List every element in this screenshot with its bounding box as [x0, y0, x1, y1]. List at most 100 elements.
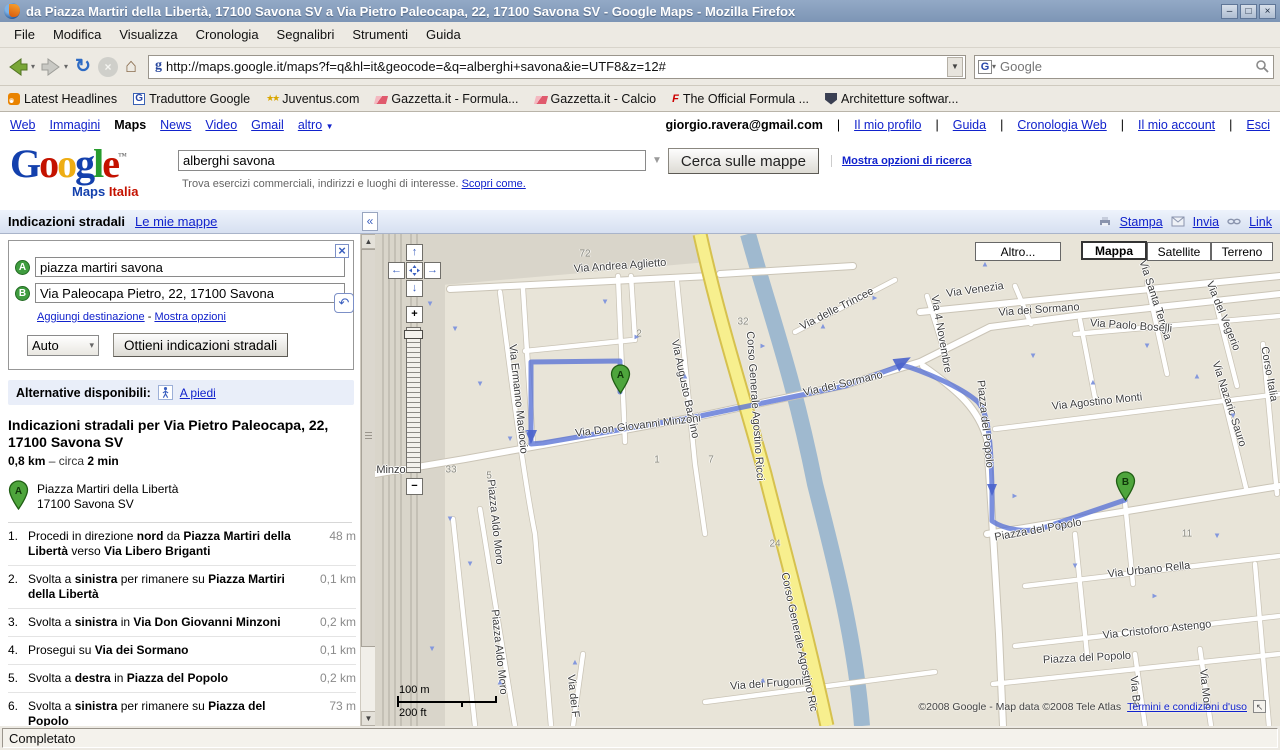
street-label: Via Cristoforo Astengo	[1102, 618, 1212, 641]
link-mio-profilo[interactable]: Il mio profilo	[854, 118, 921, 132]
swap-directions-icon[interactable]: ↶	[334, 293, 354, 313]
link-immagini[interactable]: Immagini	[49, 118, 100, 132]
forward-dropdown-icon[interactable]: ▾	[64, 62, 68, 71]
collapse-panel-button[interactable]: «	[362, 212, 378, 231]
menu-edit[interactable]: Modifica	[45, 24, 109, 45]
scopri-come-link[interactable]: Scopri come.	[462, 178, 526, 190]
bookmark-gazzetta-calcio[interactable]: Gazzetta.it - Calcio	[535, 92, 657, 106]
end-address-input[interactable]	[35, 283, 345, 303]
close-icon[interactable]: ×	[335, 244, 349, 258]
link-altro[interactable]: altro ▼	[298, 118, 334, 132]
menu-file[interactable]: File	[6, 24, 43, 45]
scroll-down-icon[interactable]: ▼	[361, 711, 376, 726]
scroll-up-icon[interactable]: ▲	[361, 234, 376, 249]
travel-mode-select[interactable]: Auto▾	[27, 335, 99, 356]
direction-step[interactable]: 3.Svolta a sinistra in Via Don Giovanni …	[8, 609, 356, 637]
add-destination-link[interactable]: Aggiungi destinazione	[37, 311, 145, 323]
search-options-link[interactable]: Mostra opzioni di ricerca	[831, 155, 972, 167]
search-bar[interactable]: G ▾	[974, 55, 1274, 79]
oneway-arrow-icon: ▲	[571, 658, 579, 667]
back-dropdown-icon[interactable]: ▾	[31, 62, 35, 71]
url-dropdown-icon[interactable]: ▼	[947, 57, 963, 77]
walking-directions-link[interactable]: A piedi	[180, 386, 216, 400]
minimize-button[interactable]: –	[1221, 4, 1238, 19]
pan-center-icon[interactable]	[406, 262, 423, 279]
map-marker-a[interactable]: A	[610, 364, 631, 394]
search-engine-icon[interactable]: G	[978, 60, 992, 74]
maps-search-input[interactable]	[178, 150, 646, 171]
back-button[interactable]: ▾	[6, 56, 35, 78]
my-maps-link[interactable]: Le mie mappe	[135, 214, 217, 229]
search-icon[interactable]	[1255, 59, 1270, 74]
map-canvas[interactable]: Via Andrea AgliettoVia delle TrinceeVia …	[375, 234, 1280, 726]
zoom-in-button[interactable]: +	[406, 306, 423, 323]
oneway-arrow-icon: ▲	[426, 300, 434, 309]
panel-scrollbar[interactable]: ▲ ▼	[360, 234, 375, 726]
link-guida[interactable]: Guida	[953, 118, 986, 132]
link-esci[interactable]: Esci	[1246, 118, 1270, 132]
zoom-slider[interactable]	[406, 327, 421, 473]
pan-down-icon[interactable]: ↓	[406, 280, 423, 297]
oneway-arrow-icon: ▲	[1011, 492, 1020, 500]
bookmark-architetture[interactable]: Architetture softwar...	[825, 92, 958, 106]
print-link[interactable]: Stampa	[1120, 215, 1163, 229]
bookmark-traduttore-google[interactable]: GTraduttore Google	[133, 92, 250, 106]
street-label: Via Don Giovanni Minzoni	[575, 412, 702, 439]
oneway-arrow-icon: ▲	[1193, 372, 1201, 381]
url-input[interactable]	[166, 57, 947, 77]
window-titlebar[interactable]: da Piazza Martiri della Libertà, 17100 S…	[0, 0, 1280, 22]
start-address-input[interactable]	[35, 257, 345, 277]
get-directions-button[interactable]: Ottieni indicazioni stradali	[113, 333, 288, 357]
search-maps-button[interactable]: Cerca sulle mappe	[668, 148, 819, 174]
direction-step[interactable]: 6.Svolta a sinistra per rimanere su Piaz…	[8, 693, 356, 726]
bookmark-juventus[interactable]: ★★Juventus.com	[266, 92, 359, 106]
stop-button[interactable]: ×	[98, 57, 118, 77]
bookmark-official-formula[interactable]: FThe Official Formula ...	[672, 92, 809, 106]
link-mio-account[interactable]: Il mio account	[1138, 118, 1215, 132]
menu-view[interactable]: Visualizza	[111, 24, 185, 45]
link-gmail[interactable]: Gmail	[251, 118, 284, 132]
bookmark-gazzetta-formula[interactable]: Gazzetta.it - Formula...	[375, 92, 518, 106]
reload-button[interactable]: ↻	[72, 55, 94, 78]
web-search-input[interactable]	[996, 59, 1255, 74]
link-web[interactable]: Web	[10, 118, 35, 132]
oneway-arrow-icon: ▲	[451, 325, 459, 334]
bookmark-latest-headlines[interactable]: Latest Headlines	[8, 92, 117, 106]
direction-step[interactable]: 5.Svolta a destra in Piazza del Popolo0,…	[8, 665, 356, 693]
link-link[interactable]: Link	[1249, 215, 1272, 229]
direction-step[interactable]: 1.Procedi in direzione nord da Piazza Ma…	[8, 523, 356, 566]
pan-right-icon[interactable]: →	[424, 262, 441, 279]
pan-left-icon[interactable]: ←	[388, 262, 405, 279]
direction-step[interactable]: 4.Prosegui su Via dei Sormano0,1 km	[8, 637, 356, 665]
menu-bookmarks[interactable]: Segnalibri	[269, 24, 343, 45]
map-type-terrain-button[interactable]: Terreno	[1211, 242, 1273, 261]
menu-history[interactable]: Cronologia	[188, 24, 267, 45]
expand-icon[interactable]: ↖	[1253, 700, 1266, 713]
map-type-map-button[interactable]: Mappa	[1081, 241, 1147, 260]
direction-step[interactable]: 2.Svolta a sinistra per rimanere su Piaz…	[8, 566, 356, 609]
marker-a-badge: A	[15, 260, 30, 275]
map-marker-b[interactable]: B	[1115, 471, 1136, 501]
menu-tools[interactable]: Strumenti	[344, 24, 416, 45]
pan-up-icon[interactable]: ↑	[406, 244, 423, 261]
link-video[interactable]: Video	[205, 118, 237, 132]
send-link[interactable]: Invia	[1193, 215, 1219, 229]
forward-button[interactable]: ▾	[39, 56, 68, 78]
zoom-out-button[interactable]: −	[406, 478, 423, 495]
menu-help[interactable]: Guida	[418, 24, 469, 45]
map-type-satellite-button[interactable]: Satellite	[1147, 242, 1211, 261]
link-news[interactable]: News	[160, 118, 191, 132]
maximize-button[interactable]: □	[1240, 4, 1257, 19]
link-cronologia-web[interactable]: Cronologia Web	[1017, 118, 1106, 132]
url-bar[interactable]: g ▼	[148, 55, 966, 79]
close-button[interactable]: ×	[1259, 4, 1276, 19]
search-history-dropdown-icon[interactable]: ▼	[652, 155, 662, 166]
home-button[interactable]: ⌂	[122, 55, 140, 78]
zoom-slider-handle[interactable]	[404, 330, 423, 339]
show-options-link[interactable]: Mostra opzioni	[154, 311, 226, 323]
terms-link[interactable]: Termini e condizioni d'uso	[1127, 701, 1247, 713]
gazzetta-icon	[533, 96, 547, 104]
map-more-button[interactable]: Altro...	[975, 242, 1061, 261]
scrollbar-thumb[interactable]	[361, 249, 376, 647]
route-start-item[interactable]: A Piazza Martiri della Libertà 17100 Sav…	[8, 480, 352, 512]
